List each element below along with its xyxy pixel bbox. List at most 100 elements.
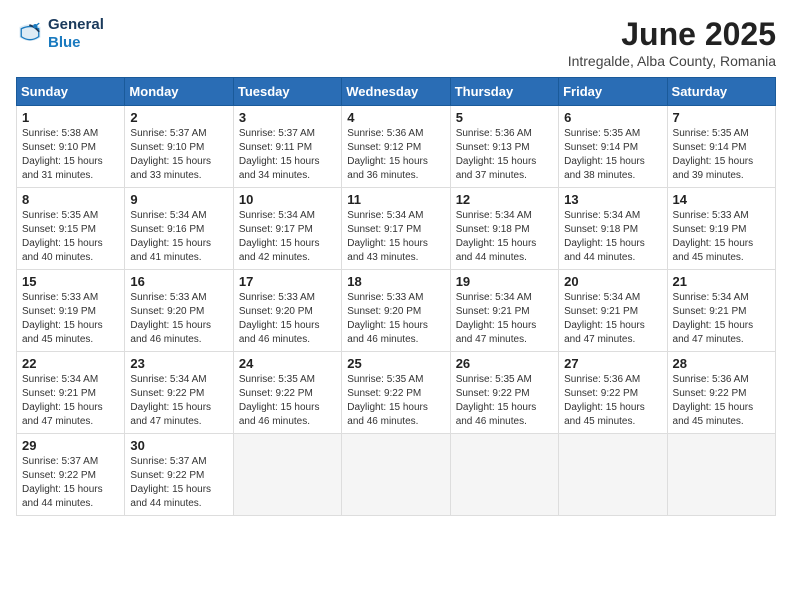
- logo: General Blue: [16, 16, 104, 52]
- table-row: [559, 434, 667, 516]
- day-number: 11: [347, 192, 444, 207]
- table-row: 21 Sunrise: 5:34 AM Sunset: 9:21 PM Dayli…: [667, 270, 775, 352]
- day-info: Sunrise: 5:34 AM Sunset: 9:16 PM Dayligh…: [130, 209, 227, 265]
- table-row: 5 Sunrise: 5:36 AM Sunset: 9:13 PM Daylig…: [450, 106, 558, 188]
- month-title: June 2025: [568, 16, 776, 53]
- day-number: 2: [130, 110, 227, 125]
- day-number: 7: [673, 110, 770, 125]
- table-row: [342, 434, 450, 516]
- day-number: 10: [239, 192, 336, 207]
- day-info: Sunrise: 5:33 AM Sunset: 9:20 PM Dayligh…: [130, 291, 227, 347]
- table-row: 25 Sunrise: 5:35 AM Sunset: 9:22 PM Dayli…: [342, 352, 450, 434]
- day-info: Sunrise: 5:34 AM Sunset: 9:22 PM Dayligh…: [130, 373, 227, 429]
- table-row: 10 Sunrise: 5:34 AM Sunset: 9:17 PM Dayli…: [233, 188, 341, 270]
- day-info: Sunrise: 5:34 AM Sunset: 9:21 PM Dayligh…: [456, 291, 553, 347]
- table-row: 9 Sunrise: 5:34 AM Sunset: 9:16 PM Daylig…: [125, 188, 233, 270]
- calendar: Sunday Monday Tuesday Wednesday Thursday…: [16, 77, 776, 516]
- table-row: [450, 434, 558, 516]
- day-info: Sunrise: 5:36 AM Sunset: 9:13 PM Dayligh…: [456, 127, 553, 183]
- day-info: Sunrise: 5:33 AM Sunset: 9:19 PM Dayligh…: [22, 291, 119, 347]
- table-row: 8 Sunrise: 5:35 AM Sunset: 9:15 PM Daylig…: [17, 188, 125, 270]
- table-row: 22Sunrise: 5:34 AM Sunset: 9:21 PM Dayli…: [17, 352, 125, 434]
- table-row: 4Sunrise: 5:36 AM Sunset: 9:12 PM Daylig…: [342, 106, 450, 188]
- table-row: 28 Sunrise: 5:36 AM Sunset: 9:22 PM Dayli…: [667, 352, 775, 434]
- day-info: Sunrise: 5:33 AM Sunset: 9:20 PM Dayligh…: [347, 291, 444, 347]
- day-number: 17: [239, 274, 336, 289]
- calendar-week-row: 8 Sunrise: 5:35 AM Sunset: 9:15 PM Daylig…: [17, 188, 776, 270]
- table-row: 12 Sunrise: 5:34 AM Sunset: 9:18 PM Dayli…: [450, 188, 558, 270]
- logo-text: General Blue: [48, 16, 104, 52]
- calendar-week-row: 15 Sunrise: 5:33 AM Sunset: 9:19 PM Dayli…: [17, 270, 776, 352]
- day-number: 1: [22, 110, 119, 125]
- header-saturday: Saturday: [667, 78, 775, 106]
- table-row: 17 Sunrise: 5:33 AM Sunset: 9:20 PM Dayli…: [233, 270, 341, 352]
- calendar-header-row: Sunday Monday Tuesday Wednesday Thursday…: [17, 78, 776, 106]
- table-row: 18 Sunrise: 5:33 AM Sunset: 9:20 PM Dayli…: [342, 270, 450, 352]
- table-row: 26Sunrise: 5:35 AM Sunset: 9:22 PM Dayli…: [450, 352, 558, 434]
- table-row: 6Sunrise: 5:35 AM Sunset: 9:14 PM Daylig…: [559, 106, 667, 188]
- day-number: 19: [456, 274, 553, 289]
- day-number: 15: [22, 274, 119, 289]
- day-number: 8: [22, 192, 119, 207]
- calendar-week-row: 22Sunrise: 5:34 AM Sunset: 9:21 PM Dayli…: [17, 352, 776, 434]
- day-number: 13: [564, 192, 661, 207]
- day-number: 20: [564, 274, 661, 289]
- day-info: Sunrise: 5:37 AM Sunset: 9:22 PM Dayligh…: [130, 455, 227, 511]
- day-number: 14: [673, 192, 770, 207]
- day-info: Sunrise: 5:35 AM Sunset: 9:22 PM Dayligh…: [239, 373, 336, 429]
- day-number: 12: [456, 192, 553, 207]
- table-row: 11 Sunrise: 5:34 AM Sunset: 9:17 PM Dayli…: [342, 188, 450, 270]
- day-number: 28: [673, 356, 770, 371]
- header-wednesday: Wednesday: [342, 78, 450, 106]
- day-number: 30: [130, 438, 227, 453]
- table-row: 7 Sunrise: 5:35 AM Sunset: 9:14 PM Daylig…: [667, 106, 775, 188]
- day-info: Sunrise: 5:34 AM Sunset: 9:21 PM Dayligh…: [22, 373, 119, 429]
- day-number: 27: [564, 356, 661, 371]
- day-info: Sunrise: 5:34 AM Sunset: 9:21 PM Dayligh…: [564, 291, 661, 347]
- day-info: Sunrise: 5:37 AM Sunset: 9:22 PM Dayligh…: [22, 455, 119, 511]
- day-number: 18: [347, 274, 444, 289]
- page-header: General Blue June 2025 Intregalde, Alba …: [16, 16, 776, 69]
- day-info: Sunrise: 5:34 AM Sunset: 9:17 PM Dayligh…: [239, 209, 336, 265]
- header-sunday: Sunday: [17, 78, 125, 106]
- table-row: 15 Sunrise: 5:33 AM Sunset: 9:19 PM Dayli…: [17, 270, 125, 352]
- day-info: Sunrise: 5:38 AM Sunset: 9:10 PM Dayligh…: [22, 127, 119, 183]
- table-row: 27 Sunrise: 5:36 AM Sunset: 9:22 PM Dayli…: [559, 352, 667, 434]
- header-tuesday: Tuesday: [233, 78, 341, 106]
- day-info: Sunrise: 5:36 AM Sunset: 9:22 PM Dayligh…: [673, 373, 770, 429]
- day-info: Sunrise: 5:34 AM Sunset: 9:21 PM Dayligh…: [673, 291, 770, 347]
- table-row: [667, 434, 775, 516]
- day-number: 21: [673, 274, 770, 289]
- location-title: Intregalde, Alba County, Romania: [568, 53, 776, 69]
- title-area: June 2025 Intregalde, Alba County, Roman…: [568, 16, 776, 69]
- day-number: 4: [347, 110, 444, 125]
- day-info: Sunrise: 5:37 AM Sunset: 9:11 PM Dayligh…: [239, 127, 336, 183]
- table-row: 24Sunrise: 5:35 AM Sunset: 9:22 PM Dayli…: [233, 352, 341, 434]
- day-number: 9: [130, 192, 227, 207]
- day-info: Sunrise: 5:37 AM Sunset: 9:10 PM Dayligh…: [130, 127, 227, 183]
- day-info: Sunrise: 5:34 AM Sunset: 9:17 PM Dayligh…: [347, 209, 444, 265]
- header-monday: Monday: [125, 78, 233, 106]
- day-info: Sunrise: 5:35 AM Sunset: 9:15 PM Dayligh…: [22, 209, 119, 265]
- day-info: Sunrise: 5:35 AM Sunset: 9:22 PM Dayligh…: [456, 373, 553, 429]
- calendar-week-row: 1 Sunrise: 5:38 AM Sunset: 9:10 PM Daylig…: [17, 106, 776, 188]
- day-info: Sunrise: 5:35 AM Sunset: 9:22 PM Dayligh…: [347, 373, 444, 429]
- header-thursday: Thursday: [450, 78, 558, 106]
- table-row: 23Sunrise: 5:34 AM Sunset: 9:22 PM Dayli…: [125, 352, 233, 434]
- day-info: Sunrise: 5:33 AM Sunset: 9:20 PM Dayligh…: [239, 291, 336, 347]
- day-info: Sunrise: 5:35 AM Sunset: 9:14 PM Dayligh…: [564, 127, 661, 183]
- day-info: Sunrise: 5:34 AM Sunset: 9:18 PM Dayligh…: [564, 209, 661, 265]
- table-row: 16Sunrise: 5:33 AM Sunset: 9:20 PM Dayli…: [125, 270, 233, 352]
- table-row: 1 Sunrise: 5:38 AM Sunset: 9:10 PM Daylig…: [17, 106, 125, 188]
- header-friday: Friday: [559, 78, 667, 106]
- day-number: 5: [456, 110, 553, 125]
- day-info: Sunrise: 5:33 AM Sunset: 9:19 PM Dayligh…: [673, 209, 770, 265]
- table-row: 3 Sunrise: 5:37 AM Sunset: 9:11 PM Daylig…: [233, 106, 341, 188]
- day-number: 25: [347, 356, 444, 371]
- day-info: Sunrise: 5:36 AM Sunset: 9:22 PM Dayligh…: [564, 373, 661, 429]
- table-row: 29Sunrise: 5:37 AM Sunset: 9:22 PM Dayli…: [17, 434, 125, 516]
- day-info: Sunrise: 5:34 AM Sunset: 9:18 PM Dayligh…: [456, 209, 553, 265]
- table-row: 19 Sunrise: 5:34 AM Sunset: 9:21 PM Dayli…: [450, 270, 558, 352]
- day-info: Sunrise: 5:35 AM Sunset: 9:14 PM Dayligh…: [673, 127, 770, 183]
- day-number: 3: [239, 110, 336, 125]
